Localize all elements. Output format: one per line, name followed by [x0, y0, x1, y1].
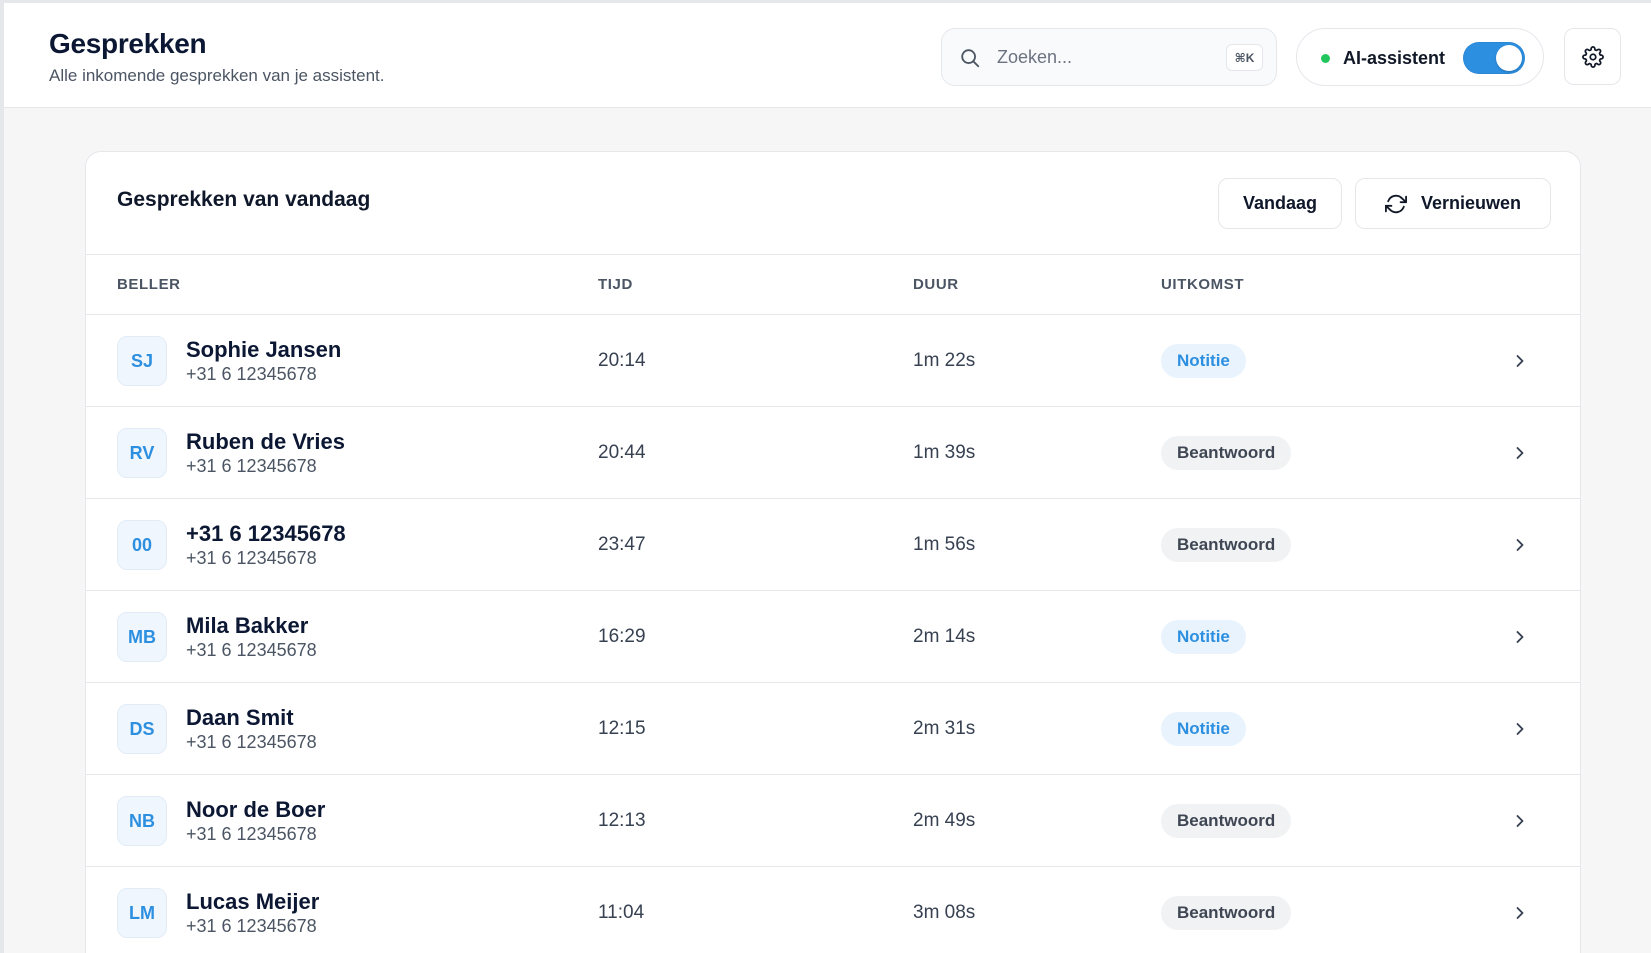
caller-name: Sophie Jansen	[186, 337, 342, 362]
avatar: 00	[117, 520, 167, 570]
table-row[interactable]: 00 +31 6 12345678 +31 6 12345678 23:47 1…	[86, 499, 1580, 591]
call-list: SJ Sophie Jansen +31 6 12345678 20:14 1m…	[86, 315, 1580, 953]
avatar: DS	[117, 704, 167, 754]
gear-icon	[1581, 45, 1604, 68]
outcome-badge: Beantwoord	[1161, 528, 1292, 562]
chevron-right-icon[interactable]	[1510, 811, 1530, 831]
call-time: 20:44	[598, 442, 646, 463]
call-duration: 2m 49s	[913, 810, 976, 831]
call-time: 16:29	[598, 626, 646, 647]
avatar: LM	[117, 888, 167, 938]
avatar: NB	[117, 796, 167, 846]
call-time: 20:14	[598, 350, 646, 371]
call-duration: 2m 31s	[913, 718, 976, 739]
today-filter-button[interactable]: Vandaag	[1218, 178, 1342, 229]
card-title: Gesprekken van vandaag	[117, 188, 371, 211]
chevron-right-icon[interactable]	[1510, 903, 1530, 923]
status-dot-icon	[1321, 54, 1330, 63]
caller-name: Noor de Boer	[186, 797, 326, 822]
caller-phone: +31 6 12345678	[186, 824, 317, 844]
chevron-right-icon[interactable]	[1510, 535, 1530, 555]
call-duration: 1m 22s	[913, 350, 976, 371]
call-time: 11:04	[598, 902, 645, 923]
search-input[interactable]	[997, 41, 1197, 73]
window-left-border	[0, 0, 4, 953]
outcome-badge: Notitie	[1161, 620, 1246, 654]
toggle-knob	[1496, 45, 1522, 71]
call-duration: 2m 14s	[913, 626, 976, 647]
outcome-badge: Notitie	[1161, 344, 1246, 378]
caller-phone: +31 6 12345678	[186, 916, 317, 936]
search-icon	[961, 49, 980, 68]
chevron-right-icon[interactable]	[1510, 443, 1530, 463]
caller-name: Mila Bakker	[186, 613, 309, 638]
caller-phone: +31 6 12345678	[186, 364, 317, 384]
chevron-right-icon[interactable]	[1510, 719, 1530, 739]
outcome-badge: Beantwoord	[1161, 896, 1292, 930]
chevron-right-icon[interactable]	[1510, 351, 1530, 371]
caller-phone: +31 6 12345678	[186, 732, 317, 752]
calls-card: Gesprekken van vandaag Vandaag Vernieuwe…	[85, 151, 1581, 953]
outcome-badge: Beantwoord	[1161, 436, 1292, 470]
call-duration: 1m 56s	[913, 534, 976, 555]
table-row[interactable]: RV Ruben de Vries +31 6 12345678 20:44 1…	[86, 407, 1580, 499]
ai-assistant-toggle[interactable]	[1463, 42, 1525, 74]
outcome-badge: Notitie	[1161, 712, 1246, 746]
caller-phone: +31 6 12345678	[186, 640, 317, 660]
caller-phone: +31 6 12345678	[186, 548, 317, 568]
call-time: 12:13	[598, 810, 646, 831]
card-header-divider	[86, 254, 1580, 255]
table-row[interactable]: MB Mila Bakker +31 6 12345678 16:29 2m 1…	[86, 591, 1580, 683]
page-title: Gesprekken	[49, 28, 207, 59]
outcome-badge: Beantwoord	[1161, 804, 1292, 838]
today-filter-label: Vandaag	[1242, 193, 1318, 213]
table-row[interactable]: DS Daan Smit +31 6 12345678 12:15 2m 31s…	[86, 683, 1580, 775]
page-subtitle: Alle inkomende gesprekken van je assiste…	[49, 66, 385, 85]
settings-button[interactable]	[1564, 28, 1621, 85]
table-row[interactable]: LM Lucas Meijer +31 6 12345678 11:04 3m …	[86, 867, 1580, 953]
call-time: 23:47	[598, 534, 646, 555]
caller-name: Daan Smit	[186, 705, 294, 730]
avatar: MB	[117, 612, 167, 662]
caller-name: Ruben de Vries	[186, 429, 345, 454]
column-header-duration: DUUR	[913, 276, 959, 293]
caller-name: +31 6 12345678	[186, 521, 346, 546]
avatar: RV	[117, 428, 167, 478]
caller-phone: +31 6 12345678	[186, 456, 317, 476]
ai-assistant-toggle-group: AI-assistent	[1296, 28, 1544, 86]
caller-name: Lucas Meijer	[186, 889, 320, 914]
column-header-caller: BELLER	[117, 276, 181, 293]
column-header-outcome: UITKOMST	[1161, 276, 1245, 293]
call-duration: 1m 39s	[913, 442, 976, 463]
avatar: SJ	[117, 336, 167, 386]
search-shortcut-badge: ⌘K	[1226, 44, 1263, 71]
call-duration: 3m 08s	[913, 902, 976, 923]
search-box[interactable]: ⌘K	[941, 28, 1277, 86]
call-time: 12:15	[598, 718, 646, 739]
refresh-label: Vernieuwen	[1420, 193, 1522, 213]
table-row[interactable]: SJ Sophie Jansen +31 6 12345678 20:14 1m…	[86, 315, 1580, 407]
column-header-time: TIJD	[598, 276, 633, 293]
table-row[interactable]: NB Noor de Boer +31 6 12345678 12:13 2m …	[86, 775, 1580, 867]
ai-assistant-label: AI-assistent	[1343, 48, 1446, 68]
chevron-right-icon[interactable]	[1510, 627, 1530, 647]
refresh-icon	[1384, 194, 1407, 213]
refresh-button[interactable]: Vernieuwen	[1355, 178, 1551, 229]
page-header: Gesprekken Alle inkomende gesprekken van…	[4, 3, 1651, 108]
